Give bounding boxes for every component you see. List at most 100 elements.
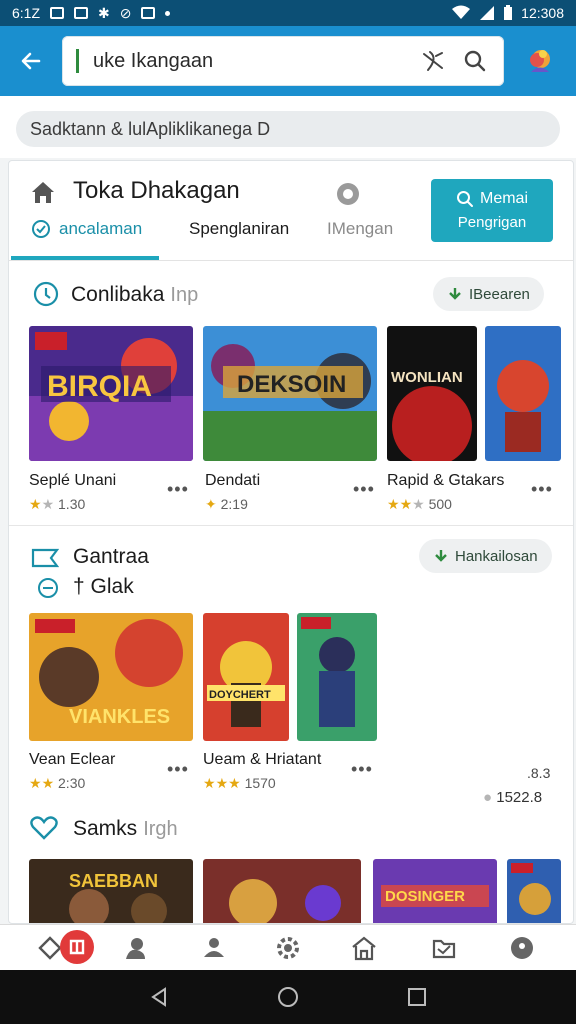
game-cover-art: DEKSOIN bbox=[203, 326, 377, 461]
minus-circle-icon bbox=[38, 578, 58, 598]
text-caret bbox=[76, 49, 79, 73]
notification-icon bbox=[50, 7, 65, 19]
rating-value: 1.30 bbox=[58, 496, 86, 512]
game-cover-art bbox=[203, 859, 361, 923]
tab-spenglaniran[interactable]: Spenglaniran bbox=[189, 219, 289, 239]
clear-button[interactable] bbox=[416, 44, 450, 78]
section-action-button[interactable]: Hankailosan bbox=[419, 539, 552, 573]
download-icon bbox=[435, 550, 447, 562]
extra-indicator: .8.3 bbox=[527, 765, 551, 781]
section-divider bbox=[9, 525, 573, 526]
app-thumbnail[interactable]: BIRQIA bbox=[29, 326, 193, 461]
battery-icon bbox=[504, 5, 513, 20]
nav-library[interactable] bbox=[428, 933, 460, 963]
game-cover-art bbox=[485, 326, 561, 461]
cta-button[interactable]: Memai Pengrigan bbox=[431, 179, 553, 242]
download-icon bbox=[449, 288, 461, 300]
system-back-button[interactable] bbox=[146, 984, 172, 1010]
section-icon-clock bbox=[33, 281, 59, 307]
section-title-samks: Samks Irgh bbox=[73, 817, 178, 841]
bluetooth-icon: ✱ bbox=[98, 4, 110, 21]
heart-icon bbox=[30, 816, 58, 840]
app-rating: ✦ 2:19 bbox=[205, 496, 248, 512]
image-icon bbox=[141, 7, 156, 19]
more-options-button[interactable]: ••• bbox=[353, 479, 375, 500]
section-title-gantraa: Gantraa bbox=[73, 545, 149, 568]
cover-title: DOSINGER bbox=[385, 888, 465, 905]
video-icon bbox=[31, 548, 59, 568]
notification-badge bbox=[60, 930, 94, 964]
sync-icon[interactable] bbox=[335, 181, 361, 207]
system-recents-button[interactable] bbox=[404, 984, 430, 1010]
app-name[interactable]: Rapid & Gtakars bbox=[387, 472, 504, 490]
rating-value: 1570 bbox=[244, 775, 276, 791]
cover-title: SAEBBAN bbox=[69, 871, 158, 891]
app-thumbnail[interactable] bbox=[203, 859, 361, 923]
person-icon bbox=[126, 938, 145, 959]
app-thumbnail[interactable]: DOYCHERT bbox=[203, 613, 289, 741]
nav-account[interactable] bbox=[198, 933, 230, 963]
more-options-button[interactable]: ••• bbox=[531, 479, 553, 500]
app-thumbnail[interactable] bbox=[507, 859, 561, 923]
section-title-text: Samks bbox=[73, 817, 138, 840]
app-thumbnail[interactable]: DEKSOIN bbox=[203, 326, 377, 461]
signal-icon bbox=[480, 6, 495, 20]
profile-button[interactable] bbox=[504, 26, 576, 96]
tab-ancalaman[interactable]: ancalaman bbox=[59, 219, 142, 239]
status-time: 6:1Z bbox=[12, 5, 41, 21]
game-cover-art bbox=[297, 613, 377, 741]
extra-value: ● 1522.8 bbox=[483, 789, 543, 806]
more-options-button[interactable]: ••• bbox=[167, 759, 189, 780]
app-rating: ★★ 1.30 bbox=[29, 496, 86, 512]
app-name[interactable]: Ueam & Hriatant bbox=[203, 751, 321, 769]
store-card: Toka Dhakagan Memai Pengrigan ancalaman … bbox=[8, 160, 574, 924]
game-cover-art: VIANKLES bbox=[29, 613, 193, 741]
section-subtitle: Inp bbox=[170, 284, 199, 306]
section-action-label: IBeearen bbox=[469, 285, 530, 303]
arrow-left-icon bbox=[21, 52, 41, 70]
triangle-back-icon bbox=[151, 987, 166, 1007]
nav-more[interactable] bbox=[506, 933, 538, 963]
more-options-button[interactable]: ••• bbox=[167, 479, 189, 500]
app-name[interactable]: Dendati bbox=[205, 472, 260, 490]
nav-home[interactable] bbox=[348, 933, 380, 963]
section-title-text: Conlibaka bbox=[71, 283, 165, 306]
check-circle-icon bbox=[32, 220, 50, 238]
cover-title: BIRQIA bbox=[47, 370, 152, 403]
search-suggestion[interactable]: Sadktann & lulApliklikanega D bbox=[16, 111, 560, 147]
app-thumbnail[interactable]: WONLIAN bbox=[387, 326, 477, 461]
system-navigation bbox=[0, 970, 576, 1024]
gear-icon bbox=[277, 937, 299, 959]
square-recents-icon bbox=[408, 988, 426, 1006]
app-thumbnail[interactable] bbox=[297, 613, 377, 741]
badge-icon bbox=[69, 939, 85, 955]
folder-icon bbox=[432, 939, 456, 959]
game-cover-art: WONLIAN bbox=[387, 326, 477, 461]
search-input[interactable]: uke Ikangaan bbox=[93, 50, 408, 73]
home-icon bbox=[32, 182, 54, 203]
app-name[interactable]: Vean Eclear bbox=[29, 751, 115, 769]
active-tab-indicator bbox=[11, 256, 159, 260]
app-bar: uke Ikangaan bbox=[0, 26, 576, 96]
app-thumbnail[interactable]: VIANKLES bbox=[29, 613, 193, 741]
nav-settings[interactable] bbox=[272, 933, 304, 963]
profile-icon bbox=[530, 50, 550, 72]
status-bar: 6:1Z ✱ ⊘ 12:308 bbox=[0, 0, 576, 26]
search-field[interactable]: uke Ikangaan bbox=[62, 36, 504, 86]
system-home-button[interactable] bbox=[275, 984, 301, 1010]
app-thumbnail[interactable]: SAEBBAN bbox=[29, 859, 193, 923]
house-icon bbox=[352, 936, 376, 961]
app-name[interactable]: Seplé Unani bbox=[29, 472, 116, 490]
section-action-button[interactable]: IBeearen bbox=[433, 277, 544, 311]
app-thumbnail[interactable] bbox=[485, 326, 561, 461]
suggestion-strip: Sadktann & lulApliklikanega D bbox=[0, 96, 576, 158]
nav-profile[interactable] bbox=[120, 933, 152, 963]
dot-icon bbox=[165, 10, 171, 16]
more-options-button[interactable]: ••• bbox=[351, 759, 373, 780]
search-button[interactable] bbox=[458, 44, 492, 78]
back-button[interactable] bbox=[0, 26, 62, 96]
section-subtitle-glak: † Glak bbox=[73, 575, 134, 598]
tab-imengan[interactable]: IMengan bbox=[327, 219, 393, 239]
app-thumbnail[interactable]: DOSINGER bbox=[373, 859, 497, 923]
clear-icon bbox=[423, 51, 443, 71]
